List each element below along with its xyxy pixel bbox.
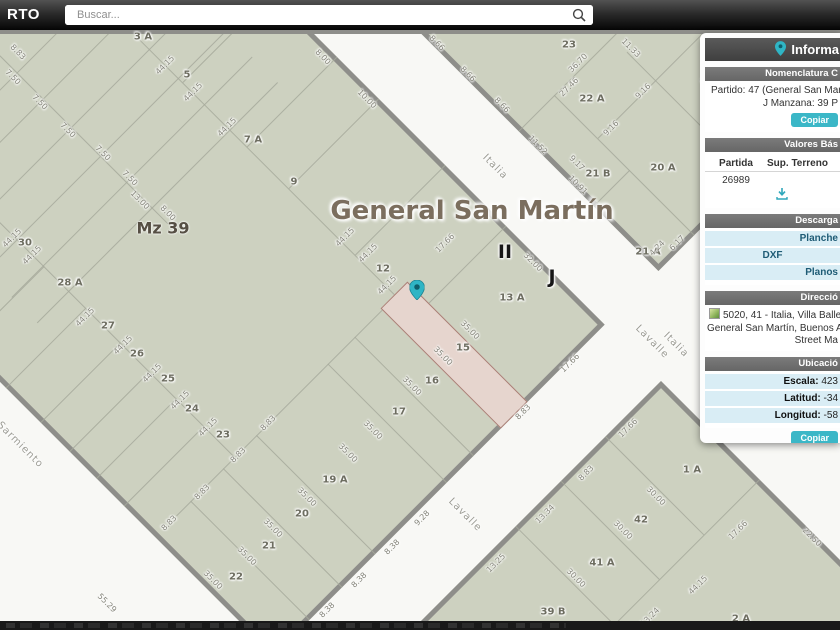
search-input[interactable] <box>65 5 593 25</box>
zone-label: J <box>548 266 555 288</box>
top-navbar: RTO <box>0 0 840 30</box>
parcel-label: 13 A <box>499 293 524 304</box>
parcel-line <box>176 283 409 516</box>
street-name-label: Sarmiento <box>0 420 45 471</box>
app-window: 3 A 5 7 A 9 12 13 A 15 16 17 19 A 20 21 22 23 24 25 26 27… <box>0 0 840 630</box>
parcel-line <box>69 371 150 452</box>
parcel-label: 5 <box>184 70 191 81</box>
parcel-line <box>575 479 760 630</box>
parcel-label: 23 <box>562 40 576 51</box>
ubicacion-row: Latitud: -34 <box>705 391 840 406</box>
section-ubicacion: Ubicació <box>705 357 840 371</box>
parcel-label: 39 B <box>540 607 565 618</box>
parcel-label: 21 <box>262 541 276 552</box>
parcel-label: 22 <box>229 572 243 583</box>
parcel-label: 20 A <box>650 163 675 174</box>
parcel-label: 7 A <box>244 135 262 146</box>
panel-title: Informa <box>791 42 839 57</box>
manzana-label: Mz 39 <box>136 219 189 238</box>
ubicacion-row: Escala: 423 <box>705 374 840 389</box>
nomenclatura-line1: Partido: 47 (General San Martín) C <box>705 84 840 97</box>
map-pin-icon[interactable] <box>410 280 425 305</box>
parcel-label: 9 <box>291 177 298 188</box>
direccion-line2: General San Martín, Buenos Aire <box>705 323 840 336</box>
panel-header: Informa <box>705 38 840 61</box>
copy-ubicacion-button[interactable]: Copiar <box>791 431 838 444</box>
zone-label: II <box>498 241 512 263</box>
copy-nomenclatura-button[interactable]: Copiar <box>791 113 838 127</box>
parcel-label: 19 A <box>322 475 347 486</box>
parcel-line <box>289 98 380 189</box>
download-item[interactable]: Planche <box>705 231 840 246</box>
download-icon[interactable] <box>776 192 788 203</box>
parcel-label: 28 A <box>57 278 82 289</box>
attribution-bar <box>0 621 840 630</box>
parcel-label: 16 <box>425 376 439 387</box>
parcel-label: 12 <box>376 264 390 275</box>
direccion-line1: 5020, 41 - Italia, Villa Balle <box>723 310 840 321</box>
osm-icon <box>709 308 720 319</box>
parcel-label: 15 <box>456 343 470 354</box>
nomenclatura-line2: J Manzana: 39 P <box>705 97 840 110</box>
parcel-label: 20 <box>295 509 309 520</box>
search-icon[interactable] <box>572 8 586 22</box>
parcel-line <box>0 266 45 347</box>
parcel-label: 1 A <box>683 465 701 476</box>
parcel-line <box>0 31 226 258</box>
parcel-label: 23 <box>216 430 230 441</box>
street-name-label: Italia <box>480 152 509 181</box>
parcel-label: 27 <box>101 321 115 332</box>
street-name-label: Lavalle <box>446 496 484 534</box>
col-partida: Partida <box>705 158 767 169</box>
parcel-line <box>0 2 197 229</box>
download-item[interactable]: Planos <box>705 265 840 280</box>
parcel-label: 24 <box>185 404 199 415</box>
parcel-label: 41 A <box>589 558 614 569</box>
ubicacion-row: Longitud: -58 <box>705 408 840 423</box>
parcel-label: 25 <box>161 374 175 385</box>
search-box <box>65 5 593 25</box>
info-panel: Informa Nomenclatura C Partido: 47 (Gene… <box>700 33 840 443</box>
city-title: General San Martín <box>330 196 613 226</box>
section-descargas: Descarga <box>705 214 840 228</box>
section-nomenclatura: Nomenclatura C <box>705 67 840 81</box>
parcel-label: 26 <box>130 349 144 360</box>
parcel-label: 22 A <box>579 94 604 105</box>
app-logo: RTO <box>7 6 40 23</box>
parcel-line <box>137 38 394 295</box>
parcel-label: 21 B <box>585 169 610 180</box>
partida-value: 26989 <box>705 175 767 186</box>
parcel-line <box>223 468 343 588</box>
parcel-label: 42 <box>634 515 648 526</box>
section-valores: Valores Bás <box>705 138 840 152</box>
download-item[interactable]: DXF <box>705 248 840 263</box>
col-sup-terreno: Sup. Terreno <box>767 158 828 169</box>
section-direccion: Direcció <box>705 291 840 305</box>
parcel-label: 17 <box>392 407 406 418</box>
parcel-line <box>256 435 376 555</box>
dimension-label: 55.29 <box>96 592 119 615</box>
parcel-label: 30 <box>18 238 32 249</box>
panel-pin-icon <box>775 41 786 59</box>
direccion-link[interactable]: Street Ma <box>705 335 840 348</box>
parcel-label: 3 A <box>134 32 152 43</box>
attribution-text-blur <box>6 623 566 628</box>
